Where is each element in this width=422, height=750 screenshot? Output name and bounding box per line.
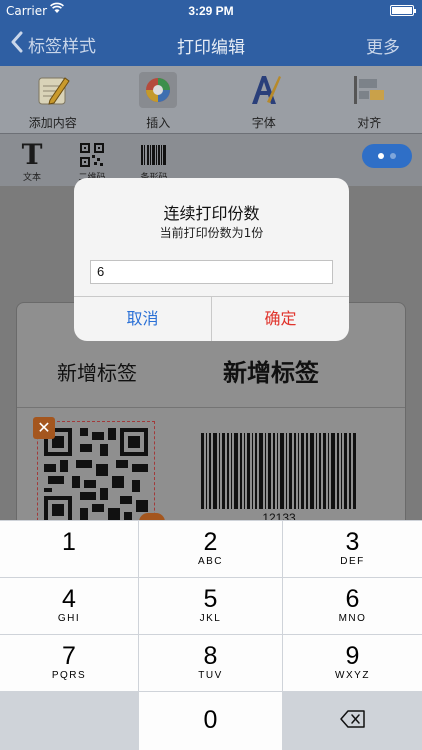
confirm-button[interactable]: 确定 [212, 297, 349, 341]
tool-label: 对齐 [357, 116, 382, 130]
key-letters: PQRS [51, 670, 87, 681]
tool-align[interactable]: 对齐 [317, 66, 422, 133]
key-letters: ABC [197, 556, 224, 567]
key-2[interactable]: 2 ABC [139, 521, 282, 577]
dialog-message: 当前打印份数为1份 [159, 226, 264, 240]
key-letters: GHI [57, 613, 81, 624]
key-3[interactable]: 3 DEF [283, 521, 422, 577]
label-text-bold[interactable]: 新增标签 [223, 353, 319, 388]
key-5[interactable]: 5 JKL [139, 578, 282, 634]
qrcode-image [44, 428, 148, 524]
text-t-icon: T [21, 138, 43, 171]
key-letters: TUV [198, 670, 223, 681]
font-a-icon [245, 72, 283, 108]
more-button[interactable]: 更多 [366, 33, 400, 58]
qrcode-element[interactable] [37, 421, 155, 531]
page-title: 打印编辑 [177, 38, 245, 58]
key-digit: 1 [62, 528, 76, 556]
dialog-buttons: 取消 确定 [74, 296, 349, 341]
barcode-image[interactable] [201, 433, 357, 509]
tool-insert[interactable]: 插入 [106, 66, 212, 133]
tool-label: 添加内容 [28, 116, 77, 130]
key-letters: DEF [340, 556, 365, 567]
image-photo-icon [139, 72, 178, 108]
label-divider [17, 407, 405, 408]
remove-element-button[interactable]: ✕ [33, 417, 55, 439]
key-1[interactable]: 1 [0, 521, 138, 577]
key-digit: 0 [203, 706, 218, 734]
toggle-dot [378, 153, 384, 159]
key-digit: 7 [62, 642, 76, 670]
backspace-icon [339, 710, 366, 732]
type-barcode[interactable]: 条形码 [134, 140, 174, 183]
toggle-switch[interactable] [362, 144, 412, 168]
type-qrcode[interactable]: 二维码 [74, 140, 110, 183]
key-0[interactable]: 0 [139, 692, 282, 750]
key-4[interactable]: 4 GHI [0, 578, 138, 634]
navigation-bar: 标签样式 打印编辑 更多 [0, 22, 422, 66]
key-6[interactable]: 6 MNO [283, 578, 422, 634]
key-digit: 8 [203, 642, 218, 670]
tool-label: 插入 [146, 116, 171, 130]
copies-input[interactable]: 6 [90, 260, 333, 284]
tool-label: 字体 [251, 116, 276, 130]
toggle-dot [390, 153, 396, 159]
type-text[interactable]: T 文本 [18, 138, 46, 184]
key-digit: 6 [345, 585, 360, 613]
align-icon [350, 72, 388, 108]
label-text-normal[interactable]: 新增标签 [57, 357, 137, 386]
type-label: 文本 [22, 173, 41, 183]
key-digit: 9 [345, 642, 360, 670]
key-7[interactable]: 7 PQRS [0, 635, 138, 691]
key-letters: JKL [199, 613, 222, 624]
pencil-note-icon [34, 72, 72, 108]
edit-toolbar: 添加内容 插入 字体 对齐 [0, 66, 422, 134]
clock: 3:29 PM [188, 4, 234, 18]
tool-font[interactable]: 字体 [211, 66, 317, 133]
delete-key[interactable] [283, 692, 422, 750]
key-digit: 5 [203, 585, 218, 613]
key-digit: 3 [345, 528, 360, 556]
status-bar: Carrier 3:29 PM [0, 0, 422, 22]
close-icon: ✕ [37, 418, 51, 437]
key-blank [0, 692, 138, 750]
battery-icon [390, 5, 416, 16]
key-8[interactable]: 8 TUV [139, 635, 282, 691]
cancel-button[interactable]: 取消 [74, 297, 212, 341]
qrcode-icon [74, 140, 110, 170]
number-keypad: 1 2 ABC 3 DEF 4 GHI 5 JKL 6 MNO 7 PQRS 8… [0, 520, 422, 750]
tool-add-content[interactable]: 添加内容 [0, 66, 106, 133]
key-digit: 2 [203, 528, 218, 556]
barcode-icon [134, 140, 174, 170]
key-letters: MNO [338, 613, 367, 624]
print-copies-dialog: 连续打印份数 当前打印份数为1份 6 取消 确定 [74, 178, 349, 341]
dialog-title: 连续打印份数 [163, 204, 260, 223]
key-letters: WXYZ [335, 670, 370, 681]
key-digit: 4 [62, 585, 76, 613]
key-9[interactable]: 9 WXYZ [283, 635, 422, 691]
